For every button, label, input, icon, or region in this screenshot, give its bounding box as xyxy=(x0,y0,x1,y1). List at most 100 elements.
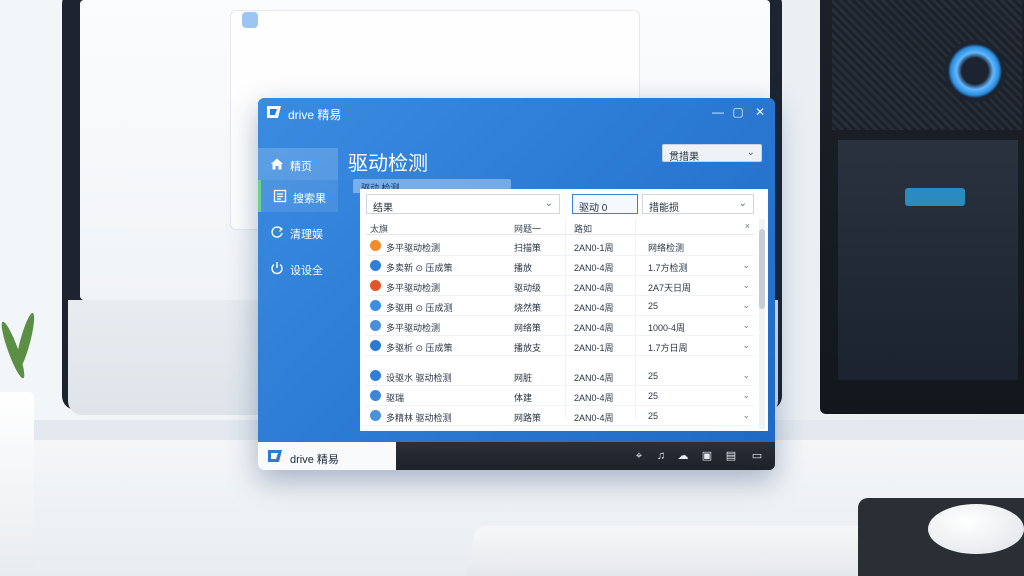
taskbar: drive 精易 ⌖ ♫ ☁ ▣ ▤ ▭ xyxy=(258,442,775,470)
table-row[interactable]: 多驱析 ⊙ 压成策 播放支 2AN0-1周 1.7方日周 ⌄ xyxy=(366,336,754,356)
taskbar-app-button[interactable]: drive 精易 xyxy=(258,442,396,470)
video-icon[interactable]: ▣ xyxy=(700,449,714,463)
chevron-down-icon: ⌄ xyxy=(544,198,553,209)
sidebar-item-settings[interactable]: 设设全 xyxy=(258,252,338,284)
row-date: 2AN0-4周 xyxy=(574,413,614,423)
chevron-down-icon[interactable]: ⌄ xyxy=(742,320,750,331)
table-row[interactable]: 多精林 驱动检测 网路策 2AN0-4周 25 ⌄ xyxy=(366,406,754,426)
row-date: 2AN0-1周 xyxy=(574,343,614,353)
table-row[interactable]: 多卖新 ⊙ 压成策 播放 2AN0-4周 1.7方检测 ⌄ xyxy=(366,256,754,276)
chevron-down-icon[interactable]: ⌄ xyxy=(742,410,750,421)
sidebar-item-search[interactable]: 搜索果 xyxy=(258,180,338,212)
row-name: 设驱水 驱动检测 xyxy=(386,373,452,383)
row-type: 网络策 xyxy=(514,323,542,333)
table-row[interactable]: 驱瑞 体建 2AN0-4周 25 ⌄ xyxy=(366,386,754,406)
driver-icon xyxy=(370,410,381,421)
chevron-down-icon[interactable]: ⌄ xyxy=(742,300,750,311)
chevron-down-icon[interactable]: ⌄ xyxy=(742,370,750,381)
close-icon[interactable]: × xyxy=(745,221,750,231)
background-plant-pot xyxy=(0,392,34,576)
table-header: 太旗 网题一 路如 × xyxy=(366,219,754,235)
row-date: 2AN0-4周 xyxy=(574,393,614,403)
background-pc-fan xyxy=(944,40,1006,102)
row-date: 2AN0-4周 xyxy=(574,283,614,293)
row-name: 多驱析 ⊙ 压成策 xyxy=(386,343,453,353)
background-pc-glow xyxy=(905,188,965,206)
column-header[interactable]: 太旗 xyxy=(370,222,388,235)
taskbar-app-label: drive 精易 xyxy=(290,454,339,466)
version-input-value: 驱动 0 xyxy=(579,203,608,214)
top-dropdown[interactable]: 贯措果 ⌄ xyxy=(662,144,762,163)
cloud-icon[interactable]: ☁ xyxy=(676,449,690,463)
row-extra: 1000-4周 xyxy=(648,323,686,333)
driver-icon xyxy=(370,390,381,401)
chat-icon[interactable]: ▤ xyxy=(724,449,738,463)
sidebar-item-cleanup[interactable]: 清理娱 xyxy=(258,216,338,248)
chevron-down-icon[interactable]: ⌄ xyxy=(742,340,750,351)
table-row[interactable]: 多平驱动检测 驱动级 2AN0-4周 2A7天日周 ⌄ xyxy=(366,276,754,296)
status-filter-value: 措能损 xyxy=(649,203,679,214)
driver-icon xyxy=(370,370,381,381)
row-extra: 25 xyxy=(648,371,659,381)
sidebar-item-label: 精页 xyxy=(290,161,312,173)
table-row[interactable]: 多平驱动检测 网络策 2AN0-4周 1000-4周 ⌄ xyxy=(366,316,754,336)
row-date: 2AN0-1周 xyxy=(574,243,614,253)
row-type: 网脏 xyxy=(514,373,533,383)
row-name: 多卖新 ⊙ 压成策 xyxy=(386,263,453,273)
driver-icon xyxy=(370,320,381,331)
result-filter-value: 结果 xyxy=(373,203,393,214)
sidebar-item-label: 设设全 xyxy=(290,265,323,277)
row-type: 烧然策 xyxy=(514,303,542,313)
row-date: 2AN0-4周 xyxy=(574,303,614,313)
sync-icon xyxy=(271,226,284,238)
minimize-button[interactable]: — xyxy=(710,104,726,120)
chevron-down-icon[interactable]: ⌄ xyxy=(742,260,750,271)
bell-icon[interactable]: ♫ xyxy=(654,449,668,463)
column-header[interactable]: 路如 xyxy=(574,222,592,235)
row-date: 2AN0-4周 xyxy=(574,373,614,383)
driver-icon xyxy=(370,300,381,311)
chevron-down-icon[interactable]: ⌄ xyxy=(742,390,750,401)
version-input[interactable]: 驱动 0 xyxy=(572,194,638,214)
row-name: 多驱用 ⊙ 压成测 xyxy=(386,303,453,313)
table-row[interactable]: 设驱水 驱动检测 网脏 2AN0-4周 25 ⌄ xyxy=(366,366,754,386)
row-type: 播放支 xyxy=(514,343,542,353)
row-date: 2AN0-4周 xyxy=(574,323,614,333)
driver-icon xyxy=(370,280,381,291)
result-filter-dropdown[interactable]: 结果 ⌄ xyxy=(366,194,560,214)
sidebar-item-home[interactable]: 精页 xyxy=(258,148,338,180)
maximize-button[interactable]: ▢ xyxy=(730,104,746,120)
row-type: 扫描策 xyxy=(514,243,542,253)
app-logo-icon xyxy=(267,106,281,118)
background-pc-board xyxy=(838,140,1018,380)
home-icon xyxy=(271,158,283,170)
background-keyboard xyxy=(463,526,917,576)
top-dropdown-value: 贯措果 xyxy=(669,152,699,163)
list-icon xyxy=(273,189,287,203)
page-title: 驱动检测 xyxy=(348,153,428,175)
display-icon[interactable]: ▭ xyxy=(750,449,764,463)
title-bar[interactable]: drive 精易 — ▢ ✕ xyxy=(258,98,775,126)
results-panel: 结果 ⌄ 驱动 0 措能损 ⌄ 太旗 网题一 路如 × 多平驱动检测 扫描策 2AN… xyxy=(360,189,768,431)
row-name: 多平驱动检测 xyxy=(386,323,441,333)
row-name: 多平驱动检测 xyxy=(386,243,441,253)
background-screen-logo xyxy=(242,12,258,28)
row-extra: 25 xyxy=(648,301,659,311)
app-logo-icon xyxy=(268,450,282,462)
row-name: 驱瑞 xyxy=(386,393,405,403)
pin-icon[interactable]: ⌖ xyxy=(632,449,646,463)
taskbar-tray: ⌖ ♫ ☁ ▣ ▤ ▭ xyxy=(396,442,775,470)
row-extra: 2A7天日周 xyxy=(648,283,692,293)
row-extra: 25 xyxy=(648,391,659,401)
table-row[interactable]: 多驱用 ⊙ 压成测 烧然策 2AN0-4周 25 ⌄ xyxy=(366,296,754,316)
close-button[interactable]: ✕ xyxy=(752,104,768,120)
scrollbar-thumb[interactable] xyxy=(759,229,765,309)
app-window: drive 精易 — ▢ ✕ 精页 搜索果 清理娱 设设全 驱动检测 贯措果 ⌄… xyxy=(258,98,775,470)
status-filter-dropdown[interactable]: 措能损 ⌄ xyxy=(642,194,754,214)
row-type: 网路策 xyxy=(514,413,542,423)
row-type: 驱动级 xyxy=(514,283,542,293)
column-header[interactable]: 网题一 xyxy=(514,222,541,235)
row-extra: 25 xyxy=(648,411,659,421)
chevron-down-icon[interactable]: ⌄ xyxy=(742,280,750,291)
table-row[interactable]: 多平驱动检测 扫描策 2AN0-1周 网络检测 xyxy=(366,236,754,256)
